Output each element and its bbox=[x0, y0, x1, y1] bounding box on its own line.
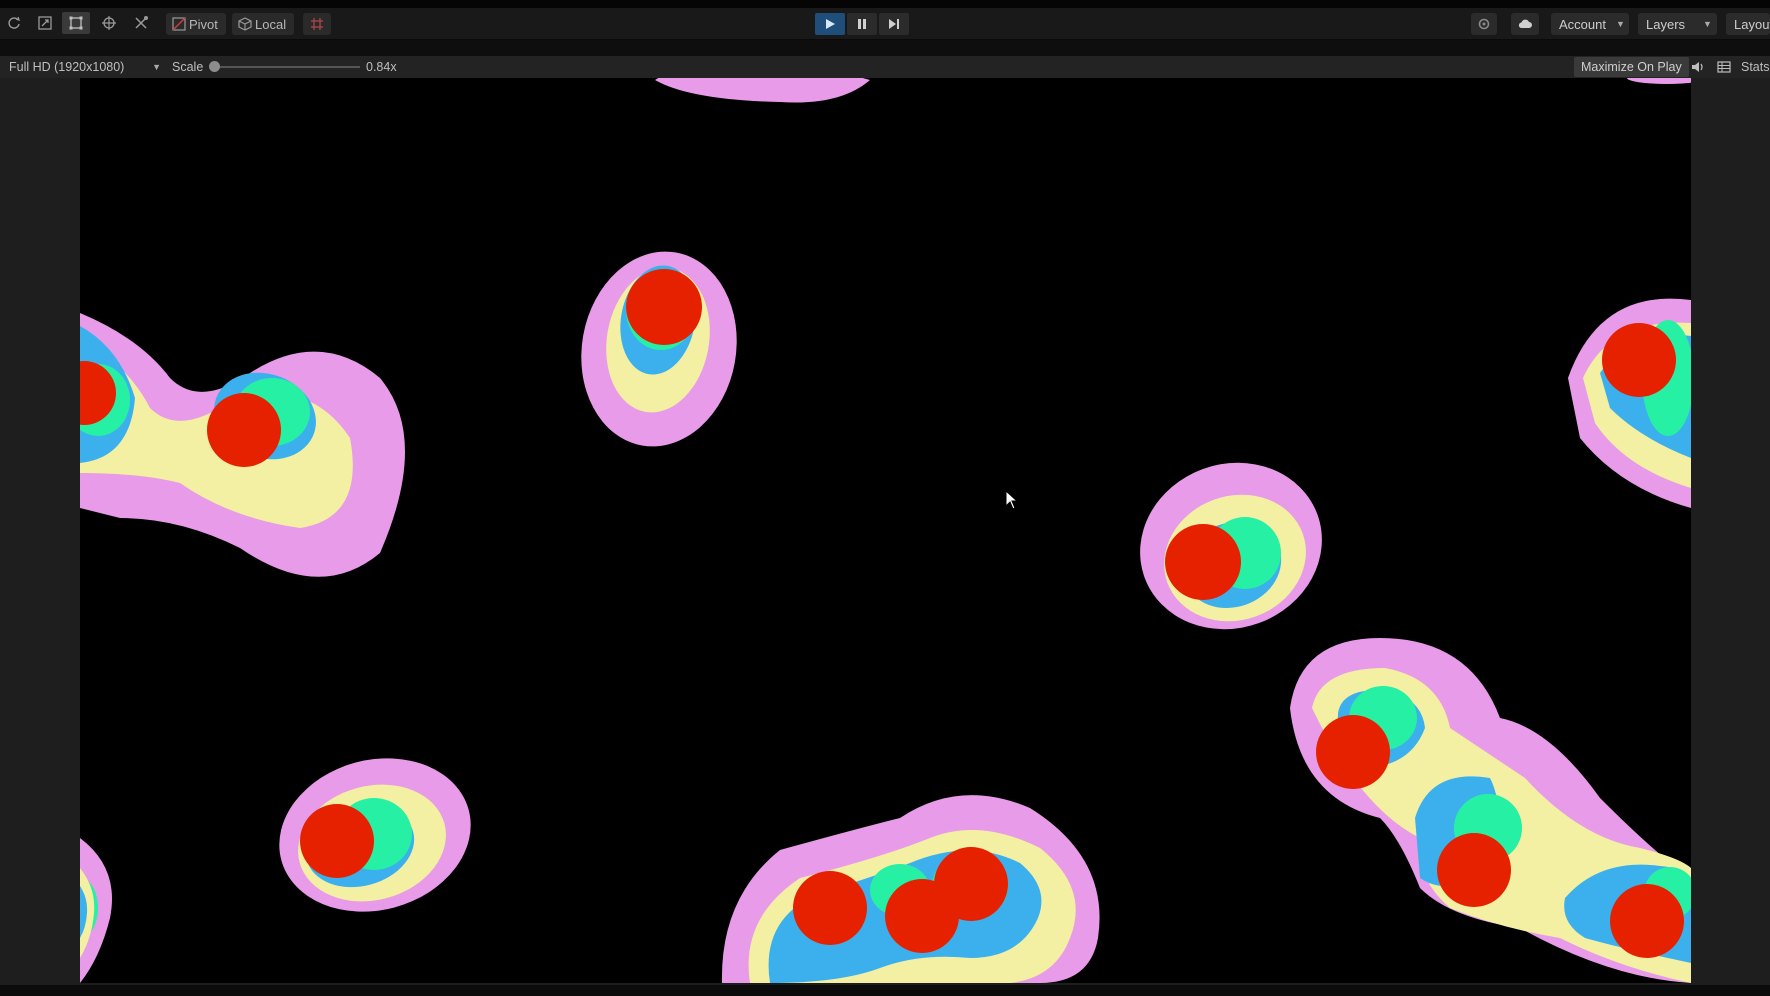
rect-tool-button[interactable] bbox=[62, 12, 90, 34]
scale-label: Scale bbox=[172, 60, 204, 74]
play-button[interactable] bbox=[815, 13, 845, 35]
metaball-field bbox=[80, 78, 1691, 983]
custom-tool-icon bbox=[135, 16, 148, 29]
chevron-down-icon: ▼ bbox=[1703, 19, 1712, 29]
layers-label: Layers bbox=[1646, 16, 1686, 32]
account-label: Account bbox=[1559, 16, 1606, 32]
local-toggle[interactable]: Local bbox=[232, 13, 295, 35]
cloud-icon bbox=[1518, 19, 1532, 28]
game-view-canvas[interactable] bbox=[80, 78, 1691, 983]
stats-toggle[interactable]: Stats bbox=[1741, 56, 1770, 78]
game-view-letterbox-left bbox=[0, 78, 80, 983]
maximize-on-play-toggle[interactable]: Maximize On Play bbox=[1574, 57, 1689, 77]
audio-icon[interactable] bbox=[1690, 59, 1706, 75]
scale-icon bbox=[38, 16, 52, 30]
game-view-toolbar: Full HD (1920x1080) ▼ Scale 0.84x Maximi… bbox=[0, 56, 1770, 78]
local-icon bbox=[238, 17, 252, 31]
scale-slider-track[interactable] bbox=[214, 66, 360, 68]
pause-icon bbox=[858, 19, 866, 29]
pause-button[interactable] bbox=[847, 13, 877, 35]
playback-controls bbox=[815, 13, 909, 35]
layers-dropdown[interactable]: Layers ▼ bbox=[1638, 13, 1717, 35]
chevron-down-icon: ▼ bbox=[1615, 19, 1625, 29]
custom-tool-button[interactable] bbox=[127, 12, 155, 34]
window-bottom-strip bbox=[0, 983, 1770, 996]
layout-dropdown[interactable]: Layout bbox=[1726, 13, 1770, 35]
transform-icon bbox=[102, 16, 116, 30]
resolution-label: Full HD (1920x1080) bbox=[9, 60, 125, 74]
scale-value: 0.84x bbox=[366, 60, 397, 74]
grid-snap-icon bbox=[311, 18, 323, 30]
pivot-toggle[interactable]: Pivot bbox=[166, 13, 226, 35]
rotate-tool-button[interactable] bbox=[0, 12, 28, 34]
chevron-down-icon: ▼ bbox=[152, 62, 161, 72]
cloud-button[interactable] bbox=[1511, 13, 1539, 35]
settings-button[interactable] bbox=[1471, 13, 1497, 35]
layout-label: Layout bbox=[1734, 16, 1770, 32]
pivot-icon bbox=[172, 17, 186, 31]
resolution-dropdown[interactable]: Full HD (1920x1080) ▼ bbox=[9, 56, 161, 78]
metaball-scene bbox=[80, 78, 1691, 983]
main-toolbar: Pivot Local Account ▼ Layers ▼ Layout bbox=[0, 8, 1770, 40]
refresh-icon bbox=[8, 16, 21, 29]
step-icon bbox=[889, 19, 899, 29]
cursor-icon bbox=[1005, 490, 1019, 510]
maximize-label: Maximize On Play bbox=[1581, 60, 1682, 74]
scale-tool-button[interactable] bbox=[31, 12, 59, 34]
settings-icon bbox=[1478, 18, 1490, 30]
play-icon bbox=[826, 19, 835, 29]
account-dropdown[interactable]: Account ▼ bbox=[1551, 13, 1629, 35]
pivot-label: Pivot bbox=[189, 16, 218, 32]
transform-tool-button[interactable] bbox=[95, 12, 123, 34]
grid-snap-button[interactable] bbox=[303, 13, 331, 35]
window-top-strip bbox=[0, 0, 1770, 8]
toolbar-gap bbox=[0, 40, 1770, 56]
stats-icon[interactable] bbox=[1716, 59, 1732, 75]
rect-tool-icon bbox=[69, 16, 83, 30]
step-button[interactable] bbox=[879, 13, 909, 35]
game-view-letterbox-right bbox=[1691, 78, 1770, 983]
local-label: Local bbox=[255, 16, 287, 32]
scale-slider-handle[interactable] bbox=[209, 61, 220, 72]
